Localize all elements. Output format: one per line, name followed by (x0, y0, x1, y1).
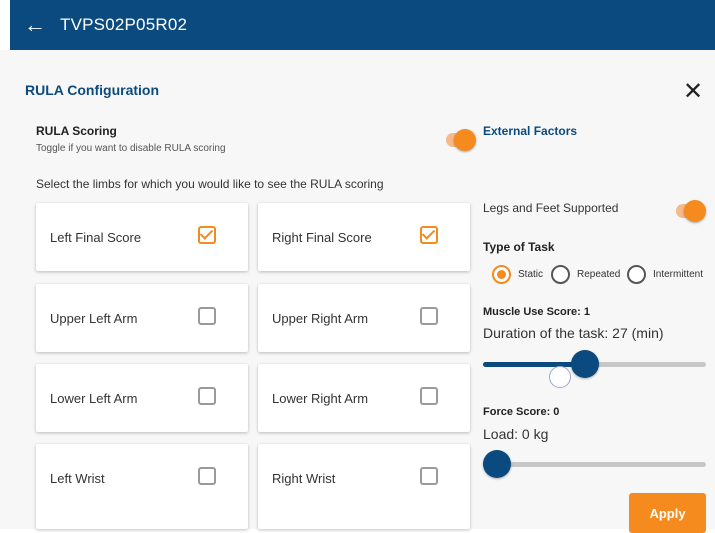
limb-checkbox[interactable] (420, 387, 438, 405)
limb-checkbox[interactable] (420, 226, 438, 244)
limb-label: Lower Left Arm (50, 391, 138, 406)
limb-card-lower-left-arm[interactable]: Lower Left Arm (36, 364, 248, 432)
limb-checkbox[interactable] (420, 307, 438, 325)
limb-card-left-wrist[interactable]: Left Wrist (36, 444, 248, 529)
task-option-label: Static (518, 269, 544, 280)
radio-selected-icon[interactable] (492, 265, 511, 284)
close-icon[interactable]: ✕ (683, 80, 703, 104)
limb-label: Upper Right Arm (272, 311, 369, 326)
limb-card-right-wrist[interactable]: Right Wrist (258, 444, 470, 529)
top-app-bar: ← TVPS02P05R02 (10, 0, 715, 50)
legs-feet-label: Legs and Feet Supported (483, 201, 619, 215)
dialog-title: RULA Configuration (25, 82, 160, 98)
limb-label: Right Final Score (272, 230, 372, 245)
load-slider-thumb[interactable] (483, 450, 511, 478)
toggle-knob (684, 200, 706, 222)
limb-checkbox[interactable] (420, 467, 438, 485)
arrow-left-icon[interactable]: ← (10, 12, 60, 38)
task-option-label: Repeated (577, 269, 621, 280)
limb-label: Right Wrist (272, 471, 336, 486)
limb-card-left-final-score[interactable]: Left Final Score (36, 203, 248, 271)
task-duration-label: Duration of the task: 27 (min) (483, 325, 664, 341)
limb-label: Left Wrist (50, 471, 105, 486)
task-radio-intermittent[interactable]: Intermittent (627, 265, 703, 284)
limb-checkbox[interactable] (198, 467, 216, 485)
apply-button[interactable]: Apply (629, 493, 706, 533)
rula-scoring-subtitle: Toggle if you want to disable RULA scori… (36, 143, 226, 154)
task-radio-static[interactable]: Static (492, 265, 543, 284)
radio-unselected-icon[interactable] (627, 265, 646, 284)
external-factors-title: External Factors (483, 124, 578, 138)
toggle-knob (454, 129, 476, 151)
duration-slider[interactable] (483, 350, 706, 378)
rula-scoring-toggle[interactable] (446, 129, 476, 151)
limb-card-right-final-score[interactable]: Right Final Score (258, 203, 470, 271)
limb-label: Left Final Score (50, 230, 142, 245)
force-score: Force Score: 0 (483, 406, 560, 418)
radio-unselected-icon[interactable] (551, 265, 570, 284)
page-title: TVPS02P05R02 (60, 15, 188, 34)
load-slider[interactable] (483, 450, 706, 478)
legs-feet-toggle[interactable] (676, 200, 706, 222)
limb-label: Upper Left Arm (50, 311, 138, 326)
limb-label: Lower Right Arm (272, 391, 369, 406)
limb-checkbox[interactable] (198, 307, 216, 325)
muscle-use-score: Muscle Use Score: 1 (483, 306, 590, 318)
task-option-label: Intermittent (653, 269, 704, 280)
type-of-task-label: Type of Task (483, 240, 555, 254)
load-label: Load: 0 kg (483, 426, 549, 442)
duration-slider-thumb[interactable] (570, 350, 599, 378)
slider-touch-indicator (549, 366, 571, 388)
limb-card-upper-left-arm[interactable]: Upper Left Arm (36, 284, 248, 352)
task-radio-repeated[interactable]: Repeated (551, 265, 620, 284)
rula-scoring-title: RULA Scoring (36, 124, 117, 138)
limb-checkbox[interactable] (198, 387, 216, 405)
limb-selection-instruction: Select the limbs for which you would lik… (36, 177, 384, 191)
limb-checkbox[interactable] (198, 226, 216, 244)
limb-card-upper-right-arm[interactable]: Upper Right Arm (258, 284, 470, 352)
duration-slider-fill (483, 362, 585, 367)
limb-card-lower-right-arm[interactable]: Lower Right Arm (258, 364, 470, 432)
